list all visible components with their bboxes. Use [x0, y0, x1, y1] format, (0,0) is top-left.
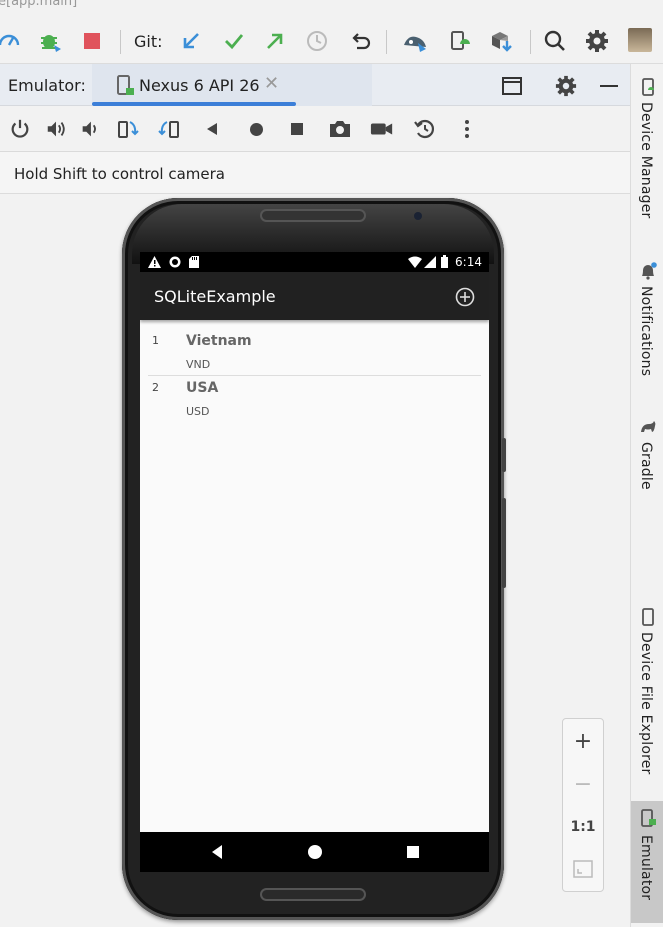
rotate-right-icon[interactable] [158, 117, 182, 141]
zoom-fit-icon[interactable] [563, 849, 603, 889]
zoom-actual-size-button[interactable]: 1:1 [563, 807, 603, 847]
settings-icon[interactable] [584, 28, 610, 54]
app-bar: SQLiteExample [140, 272, 489, 320]
zoom-out-button[interactable]: − [563, 764, 603, 804]
item-name: Vietnam [186, 333, 252, 349]
tool-emulator[interactable]: Emulator [631, 801, 663, 923]
zoom-controls: + − 1:1 [562, 718, 604, 892]
gradle-icon [641, 421, 656, 432]
nav-back-icon[interactable] [208, 843, 226, 861]
zoom-in-button[interactable]: + [563, 721, 603, 761]
git-update-icon[interactable] [178, 28, 204, 54]
device-file-explorer-icon [642, 608, 654, 626]
ide-window: e[app.main] Git: Emulator: Nexus 6 API 2… [0, 0, 663, 927]
battery-icon [441, 255, 448, 268]
tool-label: Device File Explorer [638, 632, 654, 775]
emulator-label: Emulator: [8, 76, 86, 95]
settings-icon[interactable] [554, 74, 578, 98]
profiler-icon[interactable] [0, 28, 22, 54]
tool-label: Gradle [638, 442, 654, 490]
front-camera [414, 212, 422, 220]
device-volume-button[interactable] [502, 498, 506, 588]
front-speaker [260, 209, 366, 222]
tool-gradle[interactable]: Gradle [631, 414, 663, 500]
tab-label: Nexus 6 API 26 [139, 76, 260, 95]
item-name: USA [186, 380, 219, 396]
tool-device-file-explorer[interactable]: Device File Explorer [631, 604, 663, 792]
add-icon[interactable] [454, 286, 476, 308]
nav-home-icon[interactable] [306, 843, 324, 861]
more-icon[interactable] [455, 117, 479, 141]
sync-icon [169, 256, 181, 268]
app-title: SQLiteExample [154, 287, 276, 306]
wifi-icon [408, 256, 422, 268]
minimize-panel-icon[interactable] [597, 74, 621, 98]
git-label: Git: [134, 32, 163, 51]
country-list: 1 Vietnam VND 2 USA USD [140, 320, 489, 418]
git-push-icon[interactable] [262, 28, 288, 54]
emulator-tab-bar: Emulator: Nexus 6 API 26 ✕ [0, 64, 630, 106]
back-icon[interactable] [200, 117, 224, 141]
git-history-icon[interactable] [304, 28, 330, 54]
item-id: 2 [152, 381, 159, 394]
home-icon[interactable] [244, 117, 268, 141]
snapshot-icon[interactable] [413, 117, 437, 141]
right-tool-window-bar: Device Manager Notifications Gradle Devi… [630, 64, 663, 927]
close-tab-icon[interactable]: ✕ [264, 73, 279, 94]
tool-notifications[interactable]: Notifications [631, 258, 663, 394]
sd-card-icon [189, 256, 199, 268]
avatar[interactable] [628, 28, 652, 52]
power-icon[interactable] [8, 117, 32, 141]
rotate-left-icon[interactable] [115, 117, 139, 141]
rollback-icon[interactable] [348, 28, 374, 54]
tool-label: Device Manager [638, 102, 654, 219]
window-title-bar: e[app.main] [0, 0, 663, 18]
window-layout-icon[interactable] [500, 74, 524, 98]
main-toolbar: Git: [0, 18, 663, 64]
toolbar-separator [120, 30, 121, 54]
emulator-icon [641, 809, 656, 827]
emulator-controls [0, 106, 630, 152]
nav-overview-icon[interactable] [404, 843, 422, 861]
window-title: e[app.main] [0, 0, 78, 9]
overview-icon[interactable] [285, 117, 309, 141]
tool-device-manager[interactable]: Device Manager [631, 72, 663, 232]
git-commit-icon[interactable] [221, 28, 247, 54]
screenshot-icon[interactable] [328, 117, 352, 141]
debug-icon[interactable] [37, 28, 63, 54]
tab-nexus-6[interactable]: Nexus 6 API 26 ✕ [92, 64, 372, 106]
bottom-speaker [260, 888, 366, 901]
search-icon[interactable] [542, 28, 568, 54]
item-code: USD [186, 405, 210, 418]
list-item[interactable]: 2 USA USD [140, 367, 489, 418]
signal-icon [424, 256, 436, 268]
device-nav-bar [140, 832, 489, 872]
camera-hint-text: Hold Shift to control camera [14, 165, 226, 183]
camera-hint-bar: Hold Shift to control camera [0, 152, 630, 194]
device-manager-icon[interactable] [446, 28, 472, 54]
status-time: 6:14 [455, 255, 482, 269]
list-item[interactable]: 1 Vietnam VND [140, 320, 489, 376]
toolbar-separator [530, 30, 531, 54]
android-studio-icon[interactable] [402, 28, 428, 54]
notifications-icon [642, 262, 657, 280]
device-icon [116, 75, 136, 101]
screen-record-icon[interactable] [370, 117, 394, 141]
tool-label: Notifications [638, 286, 654, 377]
device-side-button[interactable] [502, 438, 506, 472]
tool-label: Emulator [638, 835, 654, 901]
device-screen[interactable]: 6:14 SQLiteExample 1 Vietnam VND 2 USA U… [140, 252, 489, 872]
status-bar: 6:14 [140, 252, 489, 272]
stop-icon[interactable] [79, 28, 105, 54]
sdk-manager-icon[interactable] [488, 28, 514, 54]
device-frame: 6:14 SQLiteExample 1 Vietnam VND 2 USA U… [122, 198, 506, 920]
device-manager-icon [642, 78, 654, 96]
volume-up-icon[interactable] [44, 117, 68, 141]
volume-down-icon[interactable] [78, 117, 102, 141]
toolbar-separator [386, 30, 387, 54]
warning-icon [148, 256, 161, 268]
item-id: 1 [152, 334, 159, 347]
